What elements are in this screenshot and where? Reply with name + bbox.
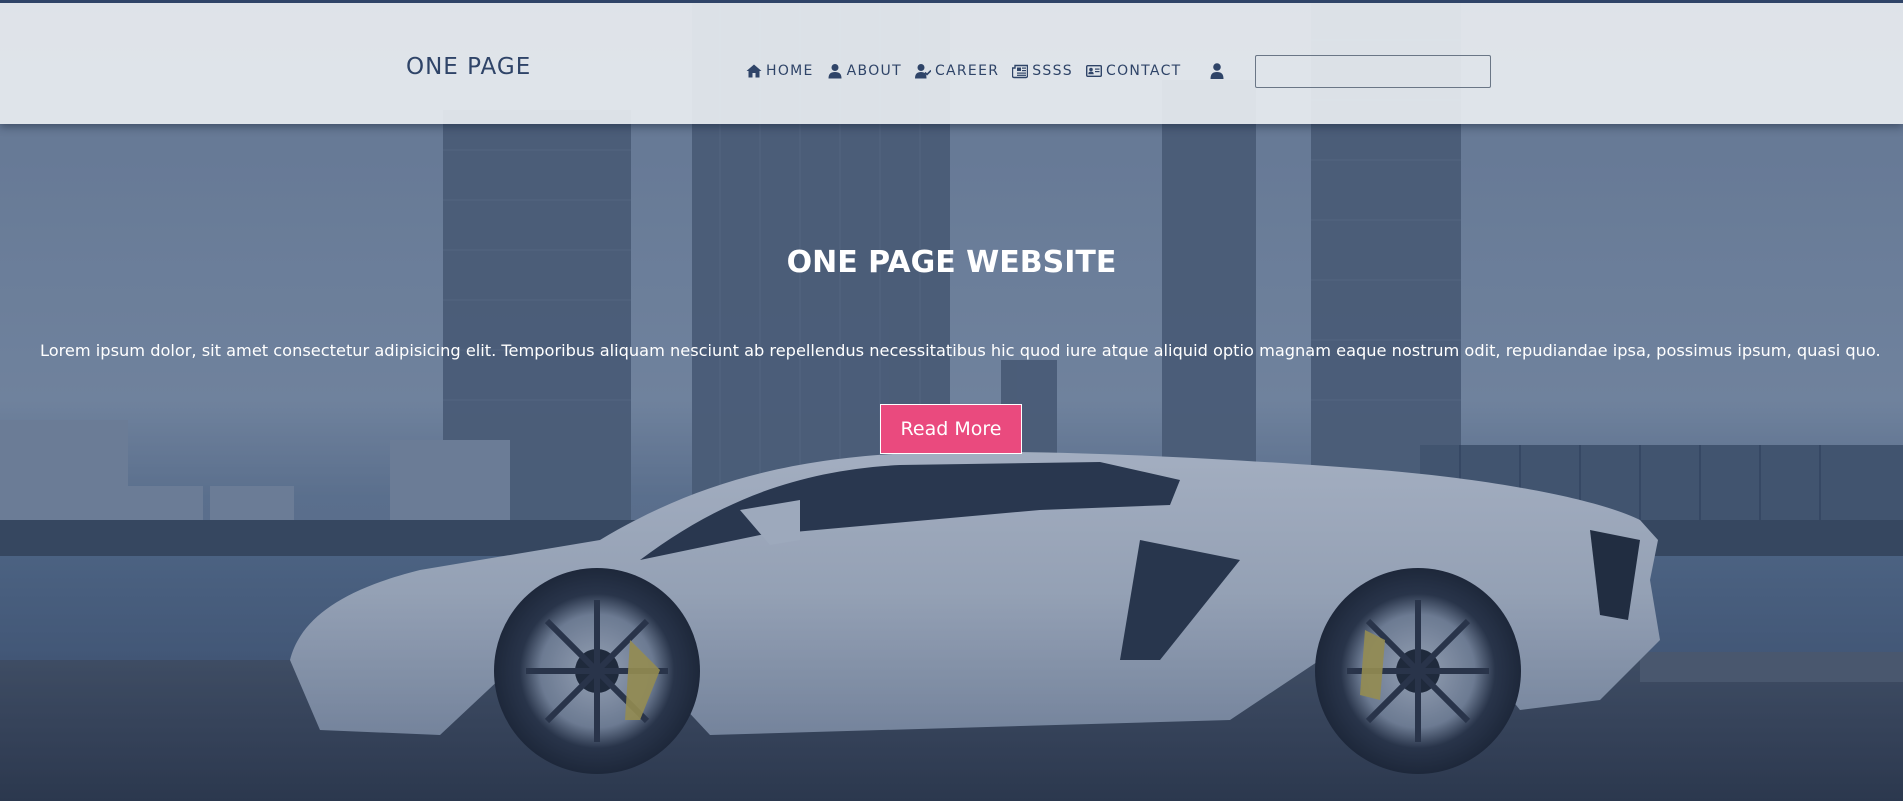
home-icon bbox=[746, 64, 762, 78]
hero-section: ONE PAGE HOME ABOUT CAREER SSSS CONTACT bbox=[0, 0, 1903, 801]
nav-item-label: SSSS bbox=[1032, 63, 1073, 79]
site-logo[interactable]: ONE PAGE bbox=[406, 53, 531, 81]
nav-item-about[interactable]: ABOUT bbox=[827, 63, 902, 79]
address-card-icon bbox=[1086, 65, 1102, 77]
nav-item-label: CONTACT bbox=[1106, 63, 1182, 79]
hero-description: Lorem ipsum dolor, sit amet consectetur … bbox=[40, 341, 1881, 360]
read-more-button[interactable]: Read More bbox=[880, 404, 1022, 454]
main-nav: HOME ABOUT CAREER SSSS CONTACT bbox=[746, 61, 1195, 81]
user-icon bbox=[828, 64, 842, 79]
account-user-icon[interactable] bbox=[1209, 62, 1225, 80]
nav-item-home[interactable]: HOME bbox=[746, 63, 814, 79]
nav-item-contact[interactable]: CONTACT bbox=[1086, 63, 1182, 79]
nav-item-ssss[interactable]: SSSS bbox=[1012, 63, 1073, 79]
site-header: ONE PAGE HOME ABOUT CAREER SSSS CONTACT bbox=[0, 0, 1903, 124]
user-check-icon bbox=[914, 64, 931, 79]
nav-item-label: ABOUT bbox=[846, 63, 902, 79]
nav-item-label: HOME bbox=[766, 63, 814, 79]
newspaper-icon bbox=[1012, 64, 1029, 79]
hero-title: ONE PAGE WEBSITE bbox=[786, 245, 1117, 280]
search-input[interactable] bbox=[1255, 55, 1491, 88]
nav-item-label: CAREER bbox=[934, 63, 1000, 79]
user-icon bbox=[1210, 63, 1224, 79]
nav-item-career[interactable]: CAREER bbox=[914, 63, 1000, 79]
